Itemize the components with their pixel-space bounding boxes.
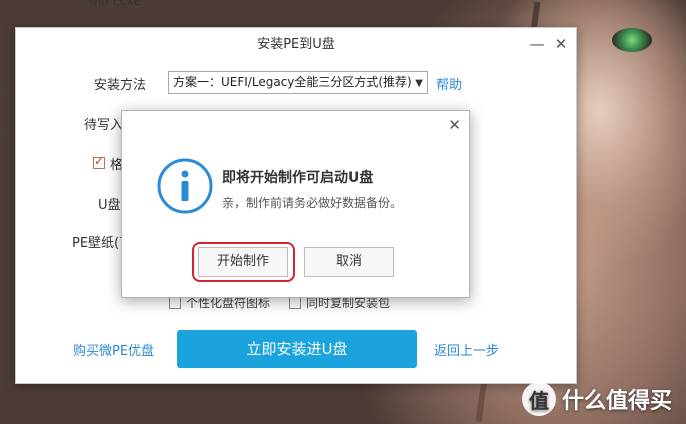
window-title: 安装PE到U盘 <box>257 37 335 52</box>
help-link[interactable]: 帮助 <box>436 74 462 93</box>
start-button[interactable]: 开始制作 <box>198 247 288 277</box>
watermark-badge: 值 <box>521 382 556 416</box>
personalize-icon-checkbox[interactable] <box>169 297 181 309</box>
install-method-label: 安装方法 <box>94 78 147 93</box>
udisk-label: U盘 <box>98 198 121 213</box>
pending-write-label: 待写入 <box>84 118 124 133</box>
watermark-text: 什么值得买 <box>561 389 672 414</box>
copy-package-checkbox[interactable] <box>289 297 301 309</box>
buy-usb-link[interactable]: 购买微PE优盘 <box>73 340 154 359</box>
install-method-value: 方案一：UEFI/Legacy全能三分区方式(推荐) <box>173 75 412 89</box>
dialog-title: 即将开始制作可启动U盘 <box>222 170 374 186</box>
dialog-message: 亲，制作前请务必做好数据备份。 <box>222 196 403 210</box>
close-icon[interactable]: ✕ <box>448 116 461 134</box>
chevron-down-icon: ▼ <box>415 78 423 89</box>
format-checkbox[interactable] <box>93 154 105 169</box>
info-icon <box>157 158 213 214</box>
close-icon[interactable]: ✕ <box>552 35 570 53</box>
desktop-icon-label[interactable]: g <box>0 168 7 181</box>
desktop-icon-label[interactable]: win Ecxe <box>88 0 141 8</box>
confirm-dialog: ✕ 即将开始制作可启动U盘 亲，制作前请务必做好数据备份。 开始制作 取消 <box>121 110 470 298</box>
install-method-select[interactable]: 方案一：UEFI/Legacy全能三分区方式(推荐) ▼ <box>168 71 428 94</box>
back-link[interactable]: 返回上一步 <box>434 340 499 359</box>
cancel-button[interactable]: 取消 <box>304 247 394 277</box>
desktop-icon-label[interactable]: g <box>0 125 7 138</box>
install-to-usb-button[interactable]: 立即安装进U盘 <box>177 330 417 368</box>
desktop-icon-label[interactable]: g <box>0 82 7 95</box>
site-watermark: 值 什么值得买 <box>521 382 672 416</box>
wallpaper-eye <box>612 28 652 52</box>
minimize-icon[interactable]: — <box>528 35 546 53</box>
